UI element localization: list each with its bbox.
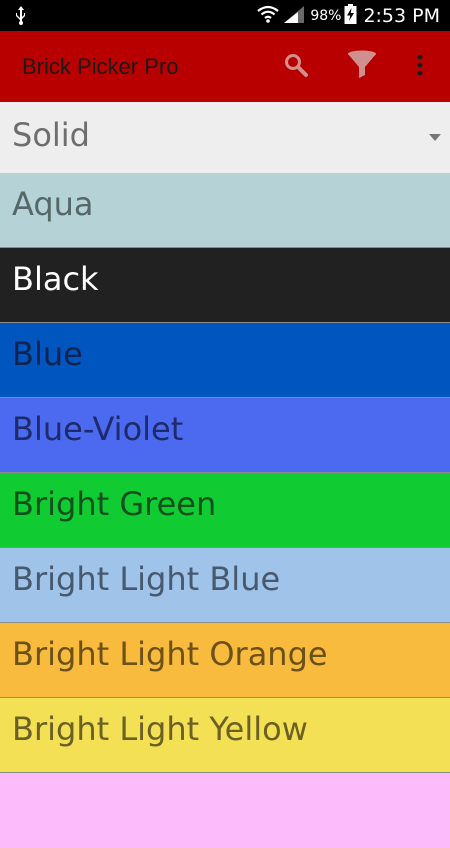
color-name: Bright Light Yellow [12, 710, 308, 748]
overflow-menu-button[interactable] [404, 31, 436, 102]
color-row[interactable]: Bright Green [0, 473, 450, 548]
usb-icon [14, 5, 28, 29]
color-name: Bright Green [12, 485, 217, 523]
battery-charging-icon [344, 3, 357, 28]
wifi-icon [257, 5, 279, 27]
color-row[interactable]: Black [0, 248, 450, 323]
color-name: Aqua [12, 185, 94, 223]
search-button[interactable] [276, 31, 316, 102]
search-icon [283, 52, 309, 82]
filter-icon [346, 49, 378, 85]
color-name: Bright Light Blue [12, 560, 281, 598]
color-row[interactable]: Bright Light Blue [0, 548, 450, 623]
battery-percent: 98% [310, 7, 342, 24]
clock: 2:53 PM [363, 4, 440, 27]
category-spinner-value: Solid [12, 116, 90, 154]
color-row[interactable]: Blue [0, 323, 450, 398]
color-row[interactable]: Bright Light Orange [0, 623, 450, 698]
app-bar: Brick Picker Pro [0, 31, 450, 102]
color-name: Blue [12, 335, 83, 373]
color-row[interactable]: Blue-Violet [0, 398, 450, 473]
color-row[interactable]: Aqua [0, 173, 450, 248]
dropdown-arrow-icon [429, 134, 441, 141]
color-name: Blue-Violet [12, 410, 184, 448]
color-row[interactable]: Bright Light Yellow [0, 698, 450, 773]
color-name: Black [12, 260, 99, 298]
overflow-menu-icon [417, 54, 423, 80]
app-title: Brick Picker Pro [22, 54, 179, 79]
status-indicators: 98% 2:53 PM [257, 0, 440, 31]
color-list: Aqua Black Blue Blue-Violet Bright Green… [0, 173, 450, 848]
color-name: Bright Light Orange [12, 635, 328, 673]
category-spinner[interactable]: Solid [0, 102, 450, 173]
filter-button[interactable] [340, 31, 384, 102]
status-bar: 98% 2:53 PM [0, 0, 450, 31]
signal-icon [283, 5, 305, 27]
color-row[interactable] [0, 773, 450, 848]
